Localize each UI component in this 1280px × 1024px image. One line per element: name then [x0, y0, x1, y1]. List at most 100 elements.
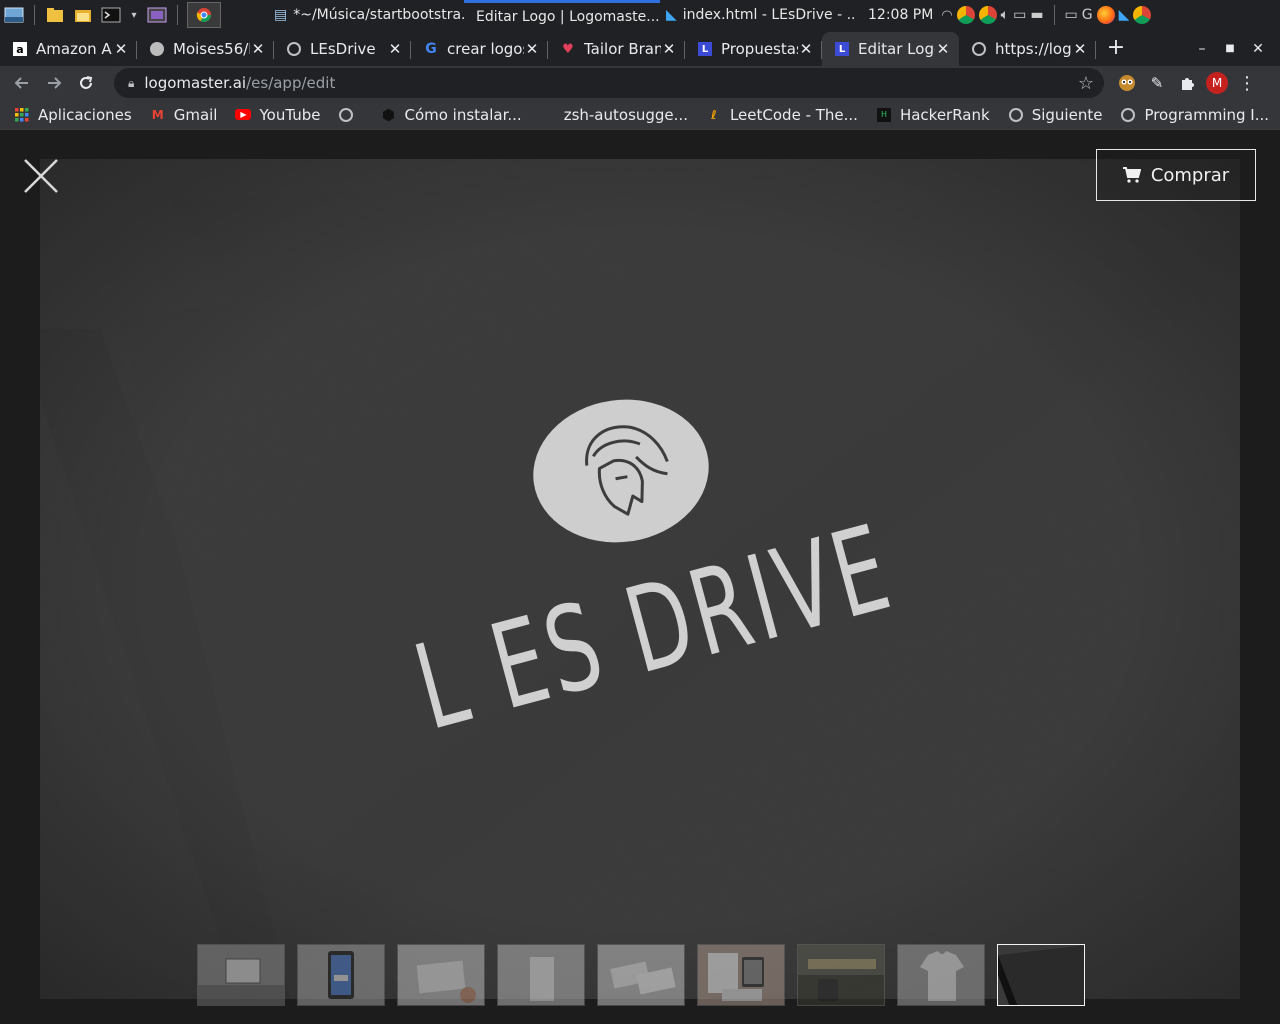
bookmark-item[interactable]: Siguiente — [1008, 106, 1102, 124]
bookmark-star-icon[interactable]: ☆ — [1078, 73, 1094, 94]
close-tab-icon[interactable]: ✕ — [798, 40, 814, 58]
gmail-icon: M — [151, 107, 164, 122]
browser-tab[interactable]: ♥ Tailor Bran ✕ — [548, 32, 685, 66]
chrome-tray-icon[interactable] — [956, 6, 975, 24]
wifi-icon[interactable]: ◠ — [941, 8, 952, 23]
close-tab-icon[interactable]: ✕ — [935, 40, 951, 58]
notes-icon[interactable]: ▭ — [1013, 7, 1026, 23]
close-tab-icon[interactable]: ✕ — [1072, 40, 1088, 58]
reload-button[interactable] — [70, 67, 102, 99]
close-tab-icon[interactable]: ✕ — [250, 40, 266, 58]
volume-icon[interactable]: 🔈︎ — [1001, 7, 1009, 23]
buy-button[interactable]: Comprar — [1096, 149, 1256, 201]
minimize-icon[interactable]: – — [1188, 32, 1216, 66]
close-tab-icon[interactable]: ✕ — [113, 40, 129, 58]
browser-tab[interactable]: Gcrear logos ✕ — [411, 32, 548, 66]
new-tab-button[interactable]: + — [1096, 32, 1136, 66]
bookmark-label: Cómo instalar... — [404, 105, 522, 124]
github-favicon-icon — [149, 41, 165, 57]
battery-icon[interactable]: ▬ — [1030, 7, 1043, 23]
thumbnail-image — [398, 945, 484, 1005]
a-favicon-icon: a — [12, 41, 28, 57]
mockup-thumbnail-dark-paper[interactable] — [997, 944, 1085, 1006]
bookmark-item[interactable]: H HackerRank — [876, 106, 990, 124]
browser-tab[interactable]: https://log ✕ — [959, 32, 1096, 66]
firefox-icon[interactable] — [1096, 6, 1115, 24]
forward-button[interactable] — [38, 67, 70, 99]
vscode-tray-icon[interactable]: ◣ — [1119, 7, 1130, 23]
bookmark-item[interactable]: zsh-autosugge... — [540, 106, 688, 124]
system-tray: ◠ 🔈︎ ▭ ▬ ▭ G ◣ — [941, 5, 1152, 25]
tab-divider — [1095, 41, 1096, 59]
bookmark-item[interactable] — [338, 107, 362, 123]
browser-tab[interactable]: LEsDrive ✕ — [274, 32, 411, 66]
mockup-thumbnail-t-shirt[interactable] — [897, 944, 985, 1006]
mockup-thumbnail-hand-card[interactable] — [397, 944, 485, 1006]
kebab-menu-icon[interactable]: ⋮ — [1232, 68, 1262, 98]
mockup-thumbnail-storefront[interactable] — [797, 944, 885, 1006]
arrow-left-icon — [14, 77, 28, 89]
close-icon — [24, 159, 58, 193]
taskbar-window-chrome[interactable]: Editar Logo | Logomaste... — [464, 0, 660, 30]
mockup-thumbnail-business-cards[interactable] — [597, 944, 685, 1006]
mockup-thumbnail-paper-bag[interactable] — [497, 944, 585, 1006]
globe-favicon-icon — [286, 41, 302, 57]
terminal-icon[interactable] — [100, 5, 122, 25]
chrome-tray-icon[interactable] — [978, 6, 997, 24]
mockup-thumbnail-phone-in-hand[interactable] — [297, 944, 385, 1006]
browser-tab[interactable]: L Editar Logo ✕ — [822, 32, 959, 66]
bookmark-label: LeetCode - The... — [729, 105, 858, 124]
puzzle-extensions-icon[interactable] — [1172, 68, 1202, 98]
back-button[interactable] — [6, 67, 38, 99]
bookmark-label: Aplicaciones — [38, 105, 132, 124]
tab-label: Editar Logo — [858, 40, 935, 58]
browser-toolbar: 🔒︎ logomaster.ai/es/app/edit ☆ ✎ M ⋮ — [0, 66, 1280, 100]
address-bar[interactable]: 🔒︎ logomaster.ai/es/app/edit ☆ — [114, 68, 1104, 98]
blank-icon — [540, 107, 556, 123]
media-player-icon[interactable] — [146, 5, 168, 25]
mockup-thumbnail-sign-on-building[interactable] — [197, 944, 285, 1006]
bookmark-item[interactable]: Aplicaciones — [14, 106, 132, 124]
maximize-icon[interactable]: ■ — [1216, 32, 1244, 66]
profile-avatar-button[interactable]: M — [1202, 68, 1232, 98]
bookmark-item[interactable]: ▶ YouTube — [235, 106, 320, 124]
globe-icon — [338, 107, 354, 123]
close-tab-icon[interactable]: ✕ — [524, 40, 540, 58]
screen-icon[interactable]: ▭ — [1065, 7, 1078, 23]
chrome-tray-icon[interactable] — [1133, 6, 1152, 24]
close-window-icon[interactable]: ✕ — [1244, 32, 1272, 66]
bookmark-item[interactable]: M Gmail — [150, 106, 218, 124]
tab-label: Propuestas — [721, 40, 798, 58]
browser-tab[interactable]: a Amazon Ap ✕ — [0, 32, 137, 66]
close-tab-icon[interactable]: ✕ — [661, 40, 677, 58]
g-favicon-icon: G — [425, 41, 437, 57]
l-favicon-icon: L — [834, 41, 850, 57]
tab-label: https://log — [995, 40, 1072, 58]
chrome-launcher-icon[interactable] — [187, 2, 221, 28]
bookmark-item[interactable]: ℓ LeetCode - The... — [706, 106, 858, 124]
heart-favicon-icon: ♥ — [562, 41, 574, 57]
bookmark-item[interactable]: ⬢ Cómo instalar... — [380, 105, 522, 124]
lock-icon[interactable]: 🔒︎ — [128, 76, 134, 91]
bookmark-label: YouTube — [259, 105, 321, 124]
bookmark-item[interactable]: Programming I... — [1120, 106, 1269, 124]
browser-tab[interactable]: Moises56/L ✕ — [137, 32, 274, 66]
shopping-cart-icon — [1122, 167, 1141, 183]
bookmark-label: HackerRank — [899, 105, 990, 124]
files-icon[interactable] — [44, 5, 66, 25]
taskbar-window-vscode[interactable]: ◣ index.html - LEsDrive - ... — [660, 0, 856, 30]
close-tab-icon[interactable]: ✕ — [387, 40, 403, 58]
chevron-down-icon[interactable]: ▾ — [128, 5, 140, 25]
google-tray-icon[interactable]: G — [1082, 7, 1093, 23]
mockup-thumbnail-stationery-set[interactable] — [697, 944, 785, 1006]
pen-extension-icon[interactable]: ✎ — [1142, 68, 1172, 98]
taskbar-window-editor[interactable]: ▤ *~/Música/startbootstra... — [268, 0, 464, 30]
extension-owl-icon[interactable] — [1112, 68, 1142, 98]
thumbnail-image — [198, 945, 284, 1005]
close-preview-button[interactable] — [22, 157, 60, 195]
clock[interactable]: 12:08 PM — [868, 7, 933, 23]
folder-icon[interactable] — [72, 5, 94, 25]
os-taskbar: ▾ ▤ *~/Música/startbootstra... Editar Lo… — [0, 0, 1280, 30]
browser-tab[interactable]: L Propuestas ✕ — [685, 32, 822, 66]
desktop-icon[interactable] — [3, 5, 25, 25]
